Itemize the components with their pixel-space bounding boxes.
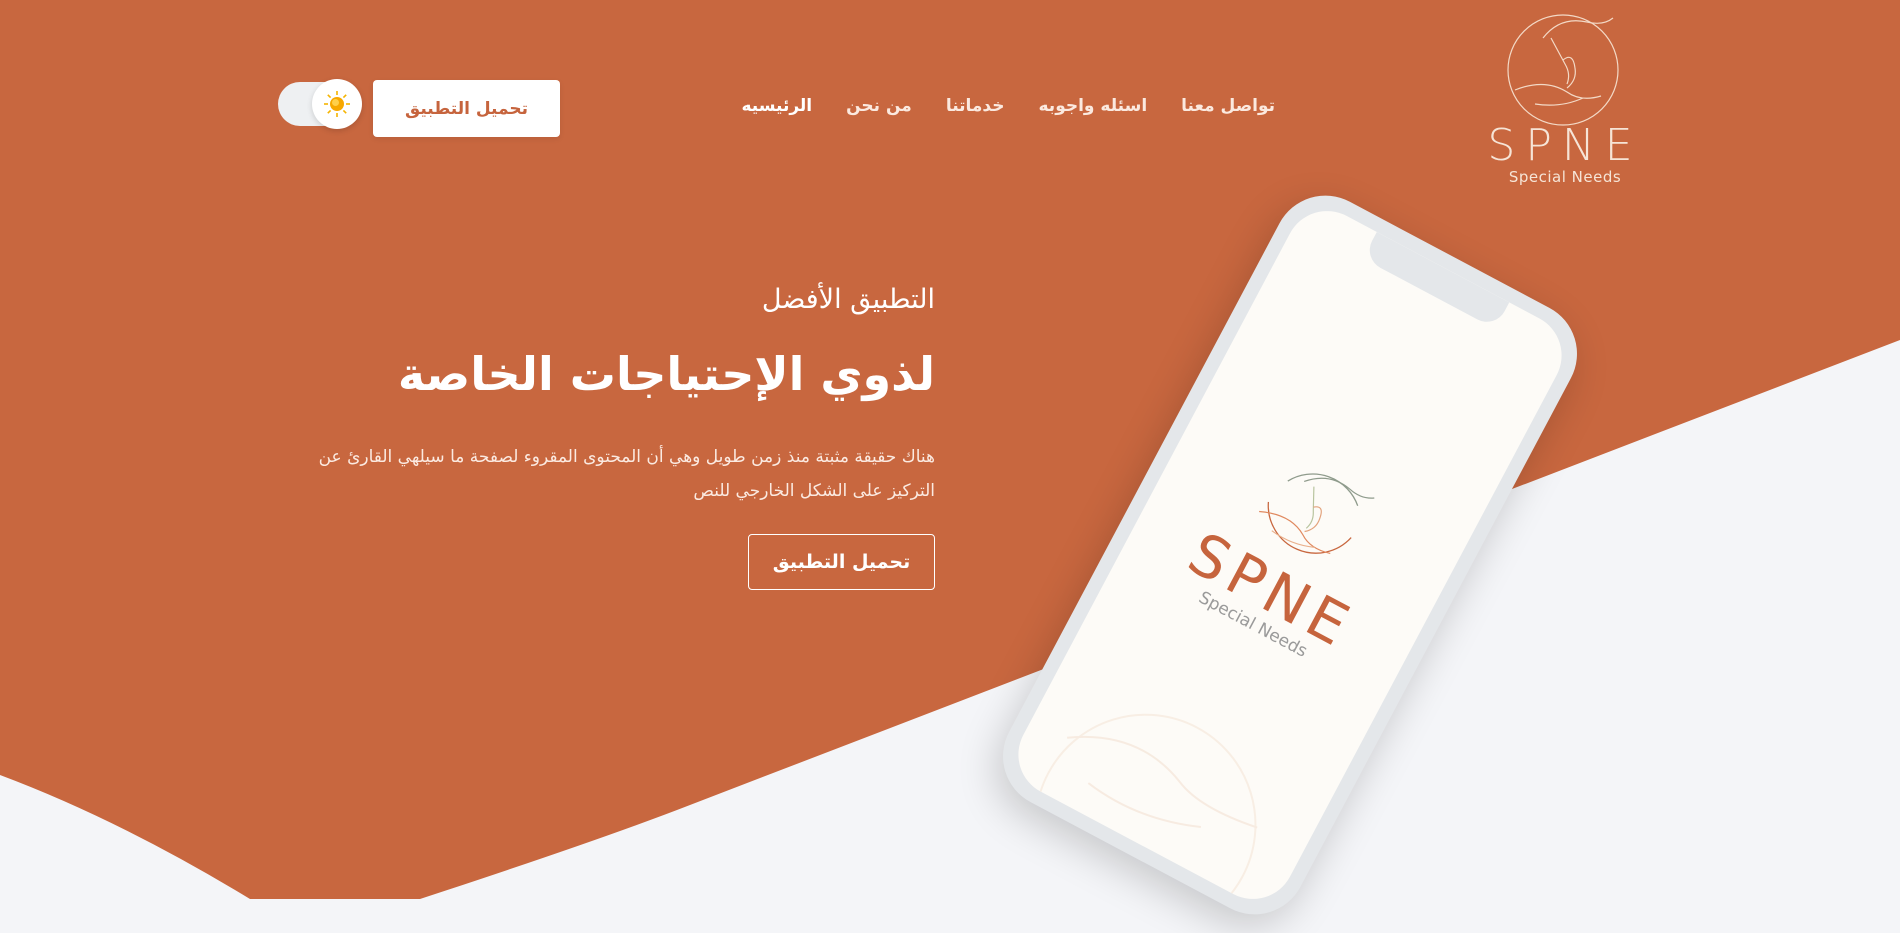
hero-download-button[interactable]: تحميل التطبيق [748, 534, 935, 590]
nav-item-home[interactable]: الرئيسيه [741, 96, 812, 116]
hero-section: التطبيق الأفضل لذوي الإحتياجات الخاصة هن… [270, 280, 935, 590]
nav-item-contact[interactable]: تواصل معنا [1181, 96, 1275, 116]
main-nav: الرئيسيه من نحن خدماتنا اسئله واجوبه توا… [741, 96, 1275, 116]
hands-logo-icon [1507, 14, 1619, 126]
header-download-button[interactable]: تحميل التطبيق [373, 80, 560, 137]
logo-wordmark: SPNE [1487, 120, 1643, 171]
nav-item-faq[interactable]: اسئله واجوبه [1039, 96, 1148, 116]
hero-description: هناك حقيقة مثبتة منذ زمن طويل وهي أن الم… [318, 447, 935, 501]
nav-item-about[interactable]: من نحن [846, 96, 912, 116]
phone-app-logo: SPNE Special Needs [1115, 395, 1471, 705]
nav-item-services[interactable]: خدماتنا [946, 96, 1005, 116]
toggle-knob [312, 79, 362, 129]
hero-title: لذوي الإحتياجات الخاصة [397, 347, 935, 401]
sun-icon [324, 91, 350, 117]
brand-logo[interactable]: SPNE Special Needs [1470, 8, 1660, 208]
theme-toggle[interactable] [278, 79, 362, 129]
hero-kicker: التطبيق الأفضل [761, 284, 935, 315]
